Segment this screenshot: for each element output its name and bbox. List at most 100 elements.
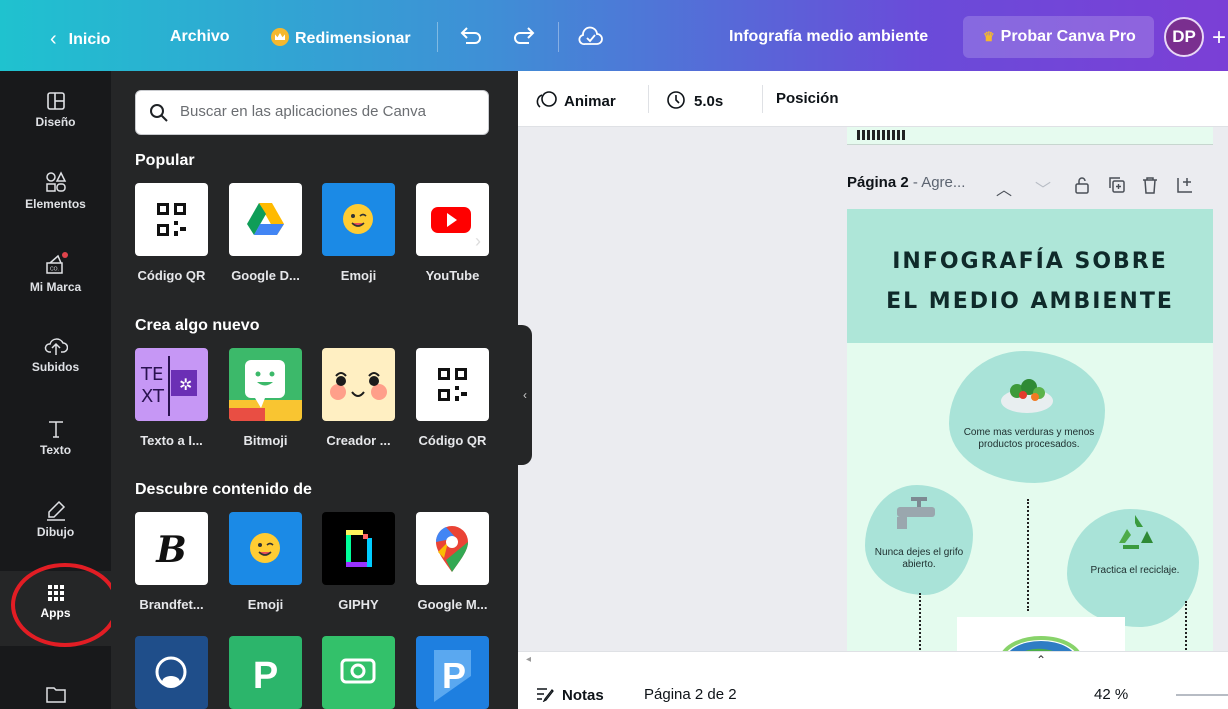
add-page-icon[interactable] xyxy=(1176,176,1194,199)
app-tile-partial[interactable] xyxy=(135,636,215,709)
notes-label: Notas xyxy=(562,687,604,704)
tip-text[interactable]: Nunca dejes el grifo abierto. xyxy=(869,547,969,571)
zoom-slider[interactable] xyxy=(1176,694,1228,696)
search-box[interactable] xyxy=(135,90,489,135)
home-label: Inicio xyxy=(68,31,111,48)
rail-item-design[interactable]: Diseño xyxy=(0,91,111,129)
svg-text:P: P xyxy=(442,655,466,696)
rail-label: Mi Marca xyxy=(29,280,82,294)
brandfetch-icon: B xyxy=(135,512,208,585)
chevron-left-icon: ‹ xyxy=(523,388,527,402)
letter-p-blue-icon: P xyxy=(416,636,489,709)
zoom-level[interactable]: 42 % xyxy=(1094,686,1128,703)
chevron-right-icon[interactable]: › xyxy=(475,231,481,252)
rail-label: Elementos xyxy=(25,197,86,211)
rail-label: Diseño xyxy=(35,115,76,129)
section-title: Popular xyxy=(135,152,195,169)
rail-item-elements[interactable]: Elementos xyxy=(0,171,111,211)
page-count[interactable]: Página 2 de 2 xyxy=(644,686,737,703)
svg-text:✲: ✲ xyxy=(179,377,192,394)
app-bitmoji[interactable]: Bitmoji xyxy=(229,348,309,448)
position-button[interactable]: Posición xyxy=(776,90,839,107)
emoji-icon xyxy=(229,512,302,585)
app-emoji[interactable]: Emoji xyxy=(322,183,402,283)
app-qr-code[interactable]: Código QR xyxy=(135,183,215,283)
chevron-up-icon[interactable]: ︿ xyxy=(996,176,1012,200)
app-label: Bitmoji xyxy=(243,433,288,448)
tip-text[interactable]: Practica el reciclaje. xyxy=(1071,565,1199,577)
rail-label: Dibujo xyxy=(36,525,75,539)
app-giphy[interactable]: GIPHY xyxy=(322,512,402,612)
app-qr-code-2[interactable]: Código QR xyxy=(416,348,496,448)
letter-p-icon: P xyxy=(229,636,302,709)
cloud-upload-icon xyxy=(44,338,68,355)
app-label: YouTube xyxy=(425,268,480,283)
cloud-check-icon xyxy=(578,26,603,45)
trash-icon[interactable] xyxy=(1142,176,1158,199)
recycle-icon xyxy=(1113,509,1157,558)
salad-icon xyxy=(997,371,1057,420)
file-menu-button[interactable]: Archivo xyxy=(170,28,230,46)
bitmoji-icon xyxy=(229,348,302,421)
qr-code-icon xyxy=(135,183,208,256)
rail-item-brand[interactable]: CO. Mi Marca xyxy=(0,252,111,294)
app-google-drive[interactable]: Google D... xyxy=(229,183,309,283)
redo-button[interactable] xyxy=(513,27,535,50)
face-icon xyxy=(322,348,395,421)
rail-item-uploads[interactable]: Subidos xyxy=(0,334,111,374)
google-drive-icon xyxy=(229,183,302,256)
search-input[interactable] xyxy=(180,103,480,120)
undo-button[interactable] xyxy=(460,27,482,50)
search-icon xyxy=(150,104,168,122)
collapse-panel-button[interactable]: ‹ xyxy=(518,325,532,465)
animate-button[interactable]: Animar xyxy=(536,90,616,110)
app-tile-partial[interactable]: P xyxy=(229,636,309,709)
notes-button[interactable]: Notas xyxy=(536,686,604,704)
duration-button[interactable]: 5.0s xyxy=(666,90,723,110)
app-label: Código QR xyxy=(137,268,206,283)
scroll-left-arrow[interactable]: ◂ xyxy=(526,654,531,665)
document-title[interactable]: Infografía medio ambiente xyxy=(729,28,928,46)
rail-item-draw[interactable]: Dibujo xyxy=(0,499,111,539)
rail-item-projects[interactable] xyxy=(0,685,111,707)
rail-label: Texto xyxy=(39,443,72,457)
design-title-line2[interactable]: EL MEDIO AMBIENTE xyxy=(847,289,1213,314)
rail-item-text[interactable]: Texto xyxy=(0,419,111,457)
design-title-line1[interactable]: INFOGRAFÍA SOBRE xyxy=(847,249,1213,274)
google-maps-icon xyxy=(416,512,489,585)
share-plus-button[interactable]: + xyxy=(1212,24,1226,52)
app-label: Brandfet... xyxy=(139,597,204,612)
app-label: Emoji xyxy=(340,268,377,283)
app-google-maps[interactable]: Google M... xyxy=(416,512,496,612)
app-text-to-image[interactable]: TE XT ✲ Texto a I... xyxy=(135,348,215,448)
notes-icon xyxy=(537,688,554,703)
tip-text[interactable]: Come mas verduras y menos productos proc… xyxy=(957,427,1101,451)
chevron-down-icon[interactable]: ﹀ xyxy=(1035,176,1051,200)
resize-label: Redimensionar xyxy=(295,30,411,47)
app-tile-partial[interactable]: P xyxy=(416,636,496,709)
design-page[interactable]: INFOGRAFÍA SOBRE EL MEDIO AMBIENTE Come … xyxy=(847,209,1213,661)
clock-icon xyxy=(667,91,685,109)
avatar[interactable]: DP xyxy=(1164,17,1204,57)
app-brandfetch[interactable]: B Brandfet... xyxy=(135,512,215,612)
duplicate-icon[interactable] xyxy=(1108,176,1126,199)
previous-page-bottom[interactable] xyxy=(847,127,1213,145)
app-avatar-creator[interactable]: Creador ... xyxy=(322,348,402,448)
home-button[interactable]: ‹ Inicio xyxy=(50,28,110,51)
undo-icon xyxy=(460,27,481,44)
text-to-image-icon: TE XT ✲ xyxy=(135,348,208,421)
brand-icon: CO. xyxy=(45,252,68,274)
try-pro-button[interactable]: ♛ Probar Canva Pro xyxy=(963,16,1154,58)
crown-icon: ♛ xyxy=(983,29,995,44)
app-youtube[interactable]: YouTube xyxy=(416,183,496,283)
highlight-circle xyxy=(11,563,119,647)
resize-button[interactable]: Redimensionar xyxy=(271,28,411,48)
layout-icon xyxy=(46,92,65,110)
save-status-button[interactable] xyxy=(578,25,604,52)
lock-icon[interactable] xyxy=(1074,176,1090,199)
page-title-input[interactable]: - Agre... xyxy=(909,174,966,191)
app-emoji-2[interactable]: Emoji xyxy=(229,512,309,612)
expand-pages-button[interactable]: ⌃ xyxy=(1008,653,1074,669)
shapes-icon xyxy=(45,171,66,192)
app-tile-partial[interactable] xyxy=(322,636,402,709)
